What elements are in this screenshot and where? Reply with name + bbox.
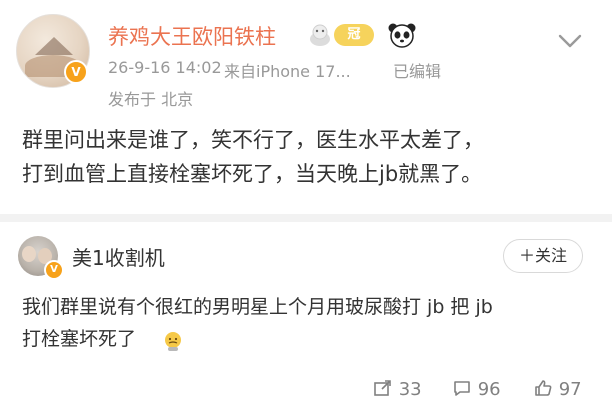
comment-text-line: 打栓塞坏死了 [22, 328, 137, 350]
like-button[interactable]: 97 [533, 378, 582, 400]
panda-icon [388, 22, 416, 48]
post-source: 来自iPhone 17... [224, 62, 351, 81]
repost-count: 33 [398, 379, 422, 400]
comment-button[interactable]: 96 [452, 378, 501, 400]
verified-badge-icon: V [64, 60, 88, 84]
comment-count: 96 [477, 379, 501, 400]
avatar-image-detail [35, 37, 73, 55]
commenter-username[interactable]: 美1收割机 [72, 242, 165, 271]
like-count: 97 [558, 379, 582, 400]
repost-button[interactable]: 33 [373, 378, 422, 400]
author-username[interactable]: 养鸡大王欧阳铁柱 [108, 21, 276, 51]
comment-text-line: 我们群里说有个很红的男明星上个月用玻尿酸打 jb 把 jb [22, 296, 493, 318]
chevron-down-icon[interactable] [556, 26, 584, 54]
follow-button[interactable]: ＋关注 [503, 239, 583, 273]
repost-icon [373, 379, 399, 400]
post-location: 发布于 北京 [108, 90, 194, 109]
post-content-line: 群里问出来是谁了，笑不行了，医生水平太差了， [22, 128, 484, 152]
snail-emoji-icon [308, 22, 332, 48]
verified-badge-icon: V [44, 260, 64, 280]
post-content-line: 打到血管上直接栓塞坏死了，当天晚上jb就黑了。 [22, 162, 483, 186]
member-badge: 冠 [334, 24, 374, 46]
avatar-image-detail [22, 246, 36, 262]
emoji-face-icon [162, 330, 182, 351]
thumbs-up-icon [533, 379, 559, 400]
comment-icon [452, 379, 478, 400]
section-divider [0, 214, 612, 222]
post-timestamp: 26-9-16 14:02 [108, 58, 222, 77]
edited-label[interactable]: 已编辑 [393, 58, 441, 82]
